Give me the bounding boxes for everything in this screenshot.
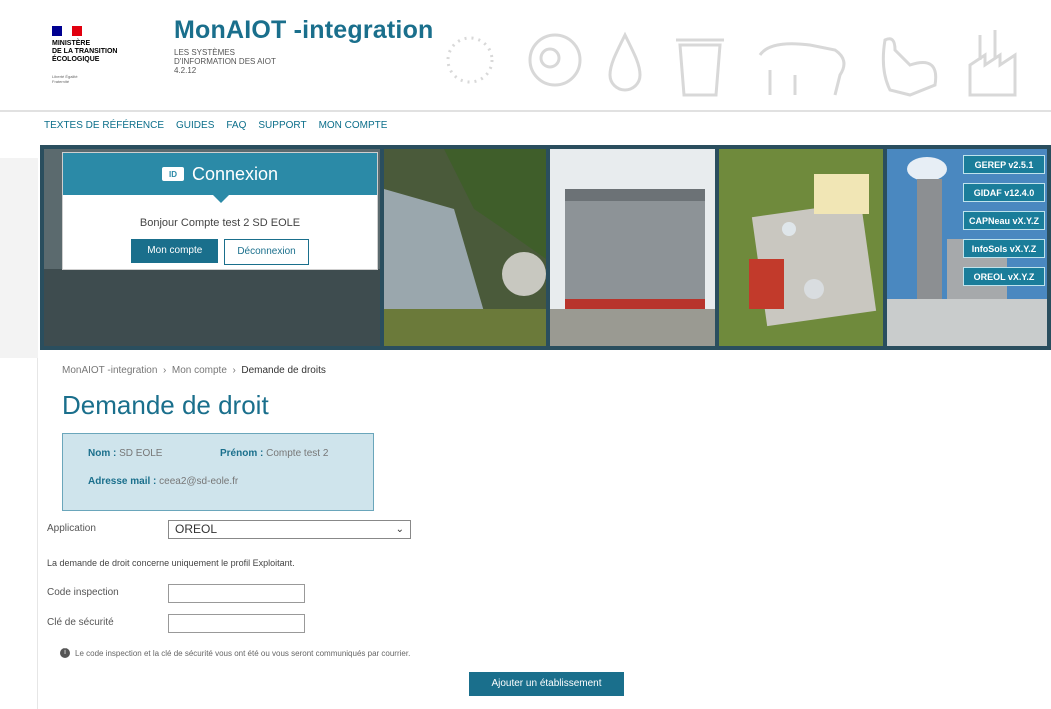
greeting-text: Bonjour Compte test 2 SD EOLE [139,217,301,229]
nav-guides[interactable]: GUIDES [176,120,214,131]
site-header: MINISTÈRE DE LA TRANSITION ÉCOLOGIQUE Li… [0,0,1051,112]
breadcrumb-home[interactable]: MonAIOT -integration [62,365,157,376]
app-links: GEREP v2.5.1 GIDAF v12.4.0 CAPNeau vX.Y.… [963,155,1045,286]
security-key-label: Clé de sécurité [47,617,114,628]
user-first-name: Prénom : Compte test 2 [220,448,329,459]
app-subtitle: LES SYSTÈMES D'INFORMATION DES AIOT 4.2.… [174,48,276,75]
breadcrumb-current: Demande de droits [241,365,326,376]
code-inspection-input[interactable] [168,584,305,603]
user-info-box: Nom : SD EOLE Prénom : Compte test 2 Adr… [62,433,374,511]
user-email: Adresse mail : ceea2@sd-eole.fr [88,476,239,487]
app-link-gidaf[interactable]: GIDAF v12.4.0 [963,183,1045,202]
user-last-name: Nom : SD EOLE [88,448,163,459]
marianne-flag-icon [52,26,82,36]
chevron-down-icon: ⌄ [395,524,404,535]
breadcrumb: MonAIOT -integration › Mon compte › Dema… [62,365,326,376]
help-text: i Le code inspection et la clé de sécuri… [60,648,410,658]
login-header: ID Connexion [63,153,377,203]
content-divider [37,358,38,709]
banner-photo-sampling-kit [719,149,883,346]
nav-textes[interactable]: TEXTES DE RÉFÉRENCE [44,120,164,131]
login-title: Connexion [191,163,279,184]
code-inspection-label: Code inspection [47,587,119,598]
banner-photo-cooling-tower [550,149,715,346]
security-key-input[interactable] [168,614,305,633]
login-panel: ID Connexion Bonjour Compte test 2 SD EO… [62,152,378,270]
user-card-icon: ID [161,167,184,181]
app-title[interactable]: MonAIOT -integration [174,16,434,45]
my-account-button[interactable]: Mon compte [131,239,219,263]
breadcrumb-account[interactable]: Mon compte [172,365,227,376]
app-link-capneau[interactable]: CAPNeau vX.Y.Z [963,211,1045,230]
nav-support[interactable]: SUPPORT [258,120,306,131]
app-link-gerep[interactable]: GEREP v2.5.1 [963,155,1045,174]
application-label: Application [47,523,96,534]
ministry-logo-text: MINISTÈRE DE LA TRANSITION ÉCOLOGIQUE [52,40,118,63]
app-link-oreol[interactable]: OREOL vX.Y.Z [963,267,1045,286]
page-title: Demande de droit [62,390,269,420]
add-establishment-button[interactable]: Ajouter un établissement [469,672,624,696]
main-nav: TEXTES DE RÉFÉRENCE GUIDES FAQ SUPPORT M… [44,120,387,131]
republic-motto: Liberté Égalité Fraternité [52,74,78,84]
info-icon: i [60,648,70,658]
nav-faq[interactable]: FAQ [226,120,246,131]
logout-button[interactable]: Déconnexion [224,239,309,265]
left-strip [0,158,38,358]
application-select[interactable]: OREOL ⌄ [168,520,411,539]
profile-note: La demande de droit concerne uniquement … [47,558,295,568]
header-decoration-icons [446,30,1017,97]
banner-photo-river [384,149,546,346]
application-selected: OREOL [175,522,218,536]
app-link-infosols[interactable]: InfoSols vX.Y.Z [963,239,1045,258]
login-actions: Mon compte Déconnexion [63,239,377,265]
nav-mon-compte[interactable]: MON COMPTE [319,120,388,131]
